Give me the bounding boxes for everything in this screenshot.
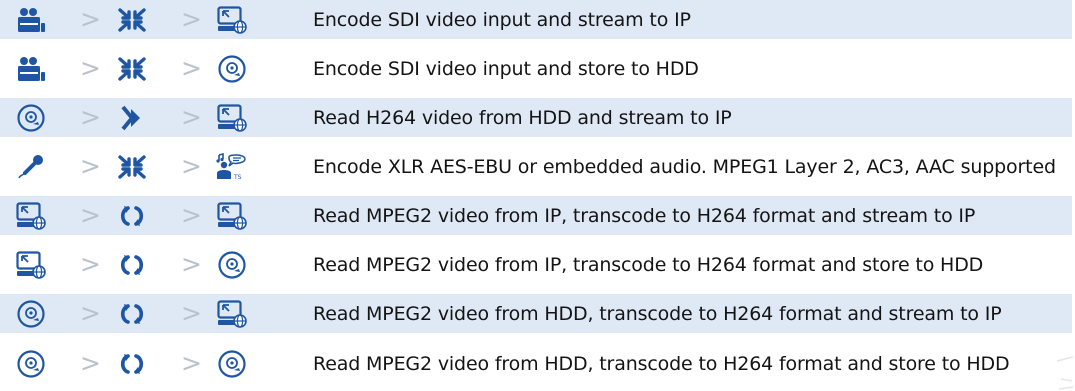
arrow-separator: > [80, 102, 101, 131]
workflow-description: Read MPEG2 video from HDD, transcode to … [313, 302, 1002, 325]
hdd-icon [215, 54, 249, 84]
workflow-row: > > Encode SDI video input and stream to I… [0, 0, 1072, 39]
workflow-diagram: TS > > [0, 147, 313, 186]
workflow-diagram: > > [0, 98, 313, 137]
arrow-separator: > [181, 4, 202, 33]
ip-stream-icon [14, 250, 48, 280]
ip-stream-icon [215, 103, 249, 133]
audio-ts-icon: TS [215, 152, 249, 182]
hdd-icon [215, 250, 249, 280]
workflow-diagram: > > [0, 294, 313, 333]
arrow-separator: > [80, 348, 101, 378]
workflow-row: > > Read MPEG2 video from IP, transcode to… [0, 196, 1072, 235]
cropped-graphic-fragment [1056, 356, 1074, 390]
workflow-diagram: > > [0, 49, 313, 88]
workflow-row: TS > > Encode XLR AES-EBU or embedded audi… [0, 147, 1072, 186]
ip-stream-icon [215, 299, 249, 329]
arrow-separator: > [80, 200, 101, 229]
arrow-separator: > [80, 4, 101, 33]
arrow-separator: > [80, 249, 101, 278]
ip-stream-icon [14, 201, 48, 231]
ip-stream-icon [215, 201, 249, 231]
arrow-separator: > [181, 102, 202, 131]
hdd-icon [14, 103, 48, 133]
transcode-icon [115, 250, 149, 280]
workflow-diagram: > > [0, 0, 313, 39]
workflow-description: Encode XLR AES-EBU or embedded audio. MP… [313, 155, 1056, 178]
workflow-row: > > Read MPEG2 video from HDD, transcode t… [0, 294, 1072, 333]
hdd-icon [14, 299, 48, 329]
workflow-description: Read MPEG2 video from IP, transcode to H… [313, 253, 984, 276]
svg-text:TS: TS [233, 174, 242, 181]
workflow-diagram: > > [0, 245, 313, 284]
hdd-icon [215, 349, 249, 379]
workflow-description: Encode SDI video input and store to HDD [313, 57, 699, 80]
workflow-row: > > Read MPEG2 video from IP, transcode to… [0, 245, 1072, 284]
microphone-icon [14, 152, 48, 182]
sdi-camera-icon [14, 54, 48, 84]
sdi-camera-icon [14, 5, 48, 35]
workflow-row: > > Read MPEG2 video from HDD, transcode t… [0, 343, 1072, 385]
workflow-description: Read MPEG2 video from HDD, transcode to … [313, 353, 1010, 375]
transcode-icon [115, 299, 149, 329]
encode-icon [115, 5, 149, 35]
arrow-separator: > [80, 151, 101, 180]
arrow-separator: > [181, 249, 202, 278]
arrow-separator: > [181, 53, 202, 82]
ip-stream-icon [215, 5, 249, 35]
transcode-icon [115, 349, 149, 379]
workflow-diagram: > > [0, 343, 313, 385]
workflow-description: Encode SDI video input and stream to IP [313, 8, 691, 31]
arrow-separator: > [80, 53, 101, 82]
arrow-separator: > [181, 298, 202, 327]
workflow-description: Read MPEG2 video from IP, transcode to H… [313, 204, 976, 227]
arrow-separator: > [181, 348, 202, 378]
workflow-diagram: > > [0, 196, 313, 235]
workflow-description: Read H264 video from HDD and stream to I… [313, 106, 732, 129]
arrow-separator: > [181, 151, 202, 180]
arrow-separator: > [181, 200, 202, 229]
encode-icon [115, 152, 149, 182]
workflow-row: > > Read H264 video from HDD and stream to… [0, 98, 1072, 137]
workflow-row: > > Encode SDI video input and store to HD… [0, 49, 1072, 88]
transcode-icon [115, 201, 149, 231]
play-forward-icon [115, 103, 149, 133]
encode-icon [115, 54, 149, 84]
hdd-icon [14, 349, 48, 379]
arrow-separator: > [80, 298, 101, 327]
